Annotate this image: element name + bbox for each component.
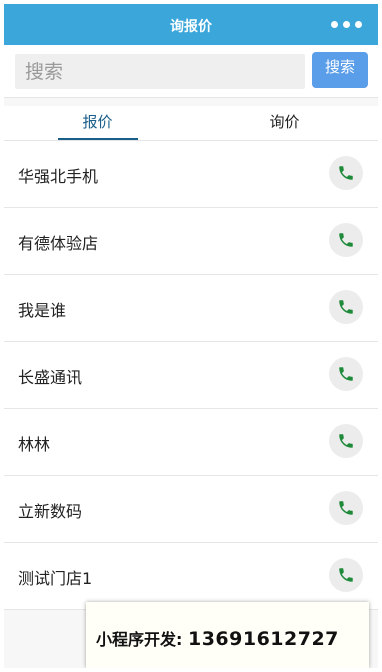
header-bar: 询报价 (4, 4, 378, 45)
store-list: 华强北手机有德体验店我是谁长盛通讯林林立新数码测试门店1 (4, 141, 378, 610)
store-name: 立新数码 (18, 502, 83, 521)
store-row[interactable]: 我是谁 (4, 275, 378, 342)
store-name: 我是谁 (18, 301, 67, 320)
store-name: 华强北手机 (18, 167, 99, 186)
search-bar: 搜索 (4, 45, 378, 98)
promo-text: 小程序开发: 13691612727 (96, 626, 339, 650)
store-name: 测试门店1 (18, 569, 93, 588)
promo-phone: 13691612727 (187, 628, 339, 650)
more-dots-icon[interactable] (331, 21, 362, 28)
promo-banner: 小程序开发: 13691612727 (86, 602, 369, 668)
dot (355, 21, 362, 28)
tab-quote[interactable]: 报价 (4, 106, 191, 140)
phone-icon[interactable] (329, 223, 363, 257)
store-row[interactable]: 立新数码 (4, 476, 378, 543)
phone-icon[interactable] (329, 424, 363, 458)
store-name: 有德体验店 (18, 234, 99, 253)
store-row[interactable]: 长盛通讯 (4, 342, 378, 409)
app-frame: 询报价 搜索 报价 询价 华强北手机有德体验店我是谁长盛通讯林林立新数码测试门店… (4, 4, 378, 668)
phone-icon[interactable] (329, 156, 363, 190)
store-row[interactable]: 测试门店1 (4, 543, 378, 610)
dot (331, 21, 338, 28)
store-name: 长盛通讯 (18, 368, 83, 387)
search-input[interactable] (15, 54, 305, 89)
phone-icon[interactable] (329, 290, 363, 324)
search-button[interactable]: 搜索 (312, 52, 368, 88)
store-name: 林林 (18, 435, 51, 454)
store-row[interactable]: 有德体验店 (4, 208, 378, 275)
tab-inquiry[interactable]: 询价 (191, 106, 378, 140)
store-row[interactable]: 林林 (4, 409, 378, 476)
promo-label: 小程序开发: (96, 630, 183, 649)
tab-bar: 报价 询价 (4, 106, 378, 141)
phone-icon[interactable] (329, 558, 363, 592)
active-tab-indicator (58, 138, 138, 140)
phone-icon[interactable] (329, 491, 363, 525)
phone-icon[interactable] (329, 357, 363, 391)
store-row[interactable]: 华强北手机 (4, 141, 378, 208)
page-title: 询报价 (170, 19, 212, 35)
dot (343, 21, 350, 28)
